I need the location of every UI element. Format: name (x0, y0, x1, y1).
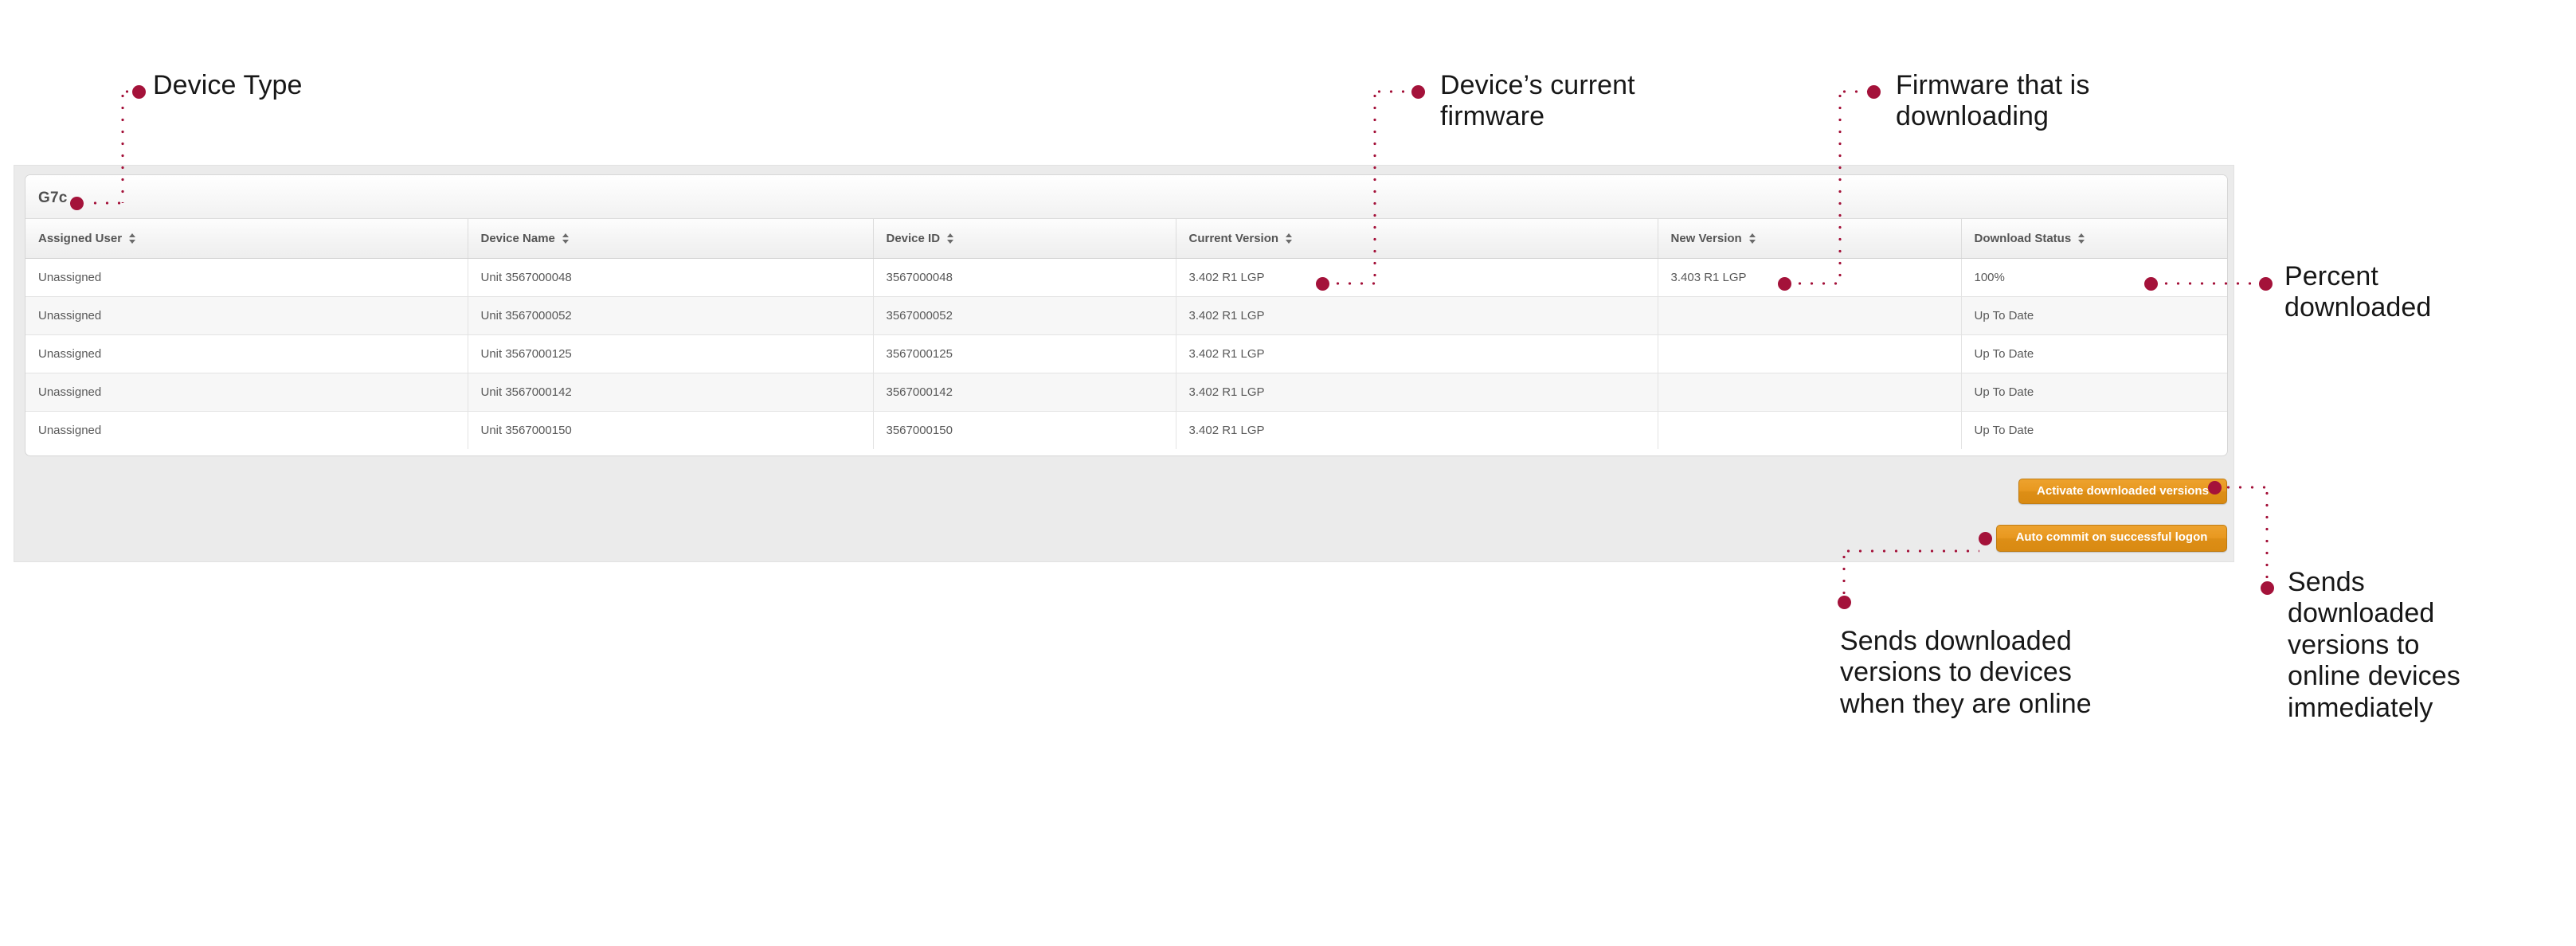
leader-line (1838, 90, 1872, 93)
cell-current-version: 3.402 R1 LGP (1176, 334, 1658, 373)
annotation-activate-description: Sends downloaded versions to online devi… (2288, 567, 2461, 723)
annotation-target-dot-auto-commit (1979, 532, 1992, 545)
leader-line (1373, 90, 1416, 93)
sort-icon[interactable] (129, 233, 136, 244)
annotation-percent-downloaded: Percent downloaded (2284, 261, 2432, 323)
sort-icon[interactable] (947, 233, 954, 244)
cell-new-version: 3.403 R1 LGP (1658, 258, 1962, 297)
leader-line (1838, 90, 1842, 283)
annotation-auto-commit-description: Sends downloaded versions to devices whe… (1840, 626, 2092, 719)
leader-line (1794, 282, 1843, 285)
cell-download-status: Up To Date (1961, 373, 2227, 412)
leader-line (2265, 487, 2269, 586)
leader-line (1842, 549, 1979, 553)
cell-device-name: Unit 3567000048 (468, 258, 874, 297)
cell-assigned-user: Unassigned (25, 334, 468, 373)
cell-download-status: Up To Date (1961, 334, 2227, 373)
annotation-device-type: Device Type (153, 70, 303, 100)
column-header-new-version[interactable]: New Version (1658, 219, 1962, 259)
column-header-label: Device Name (480, 231, 555, 245)
annotation-target-dot-percent-downloaded (2144, 277, 2158, 291)
annotation-current-firmware: Device’s current firmware (1440, 70, 1635, 132)
cell-current-version: 3.402 R1 LGP (1176, 296, 1658, 335)
cell-device-id: 3567000052 (873, 296, 1176, 335)
cell-new-version (1658, 373, 1962, 412)
cell-assigned-user: Unassigned (25, 296, 468, 335)
column-header-download-status[interactable]: Download Status (1961, 219, 2227, 259)
cell-current-version: 3.402 R1 LGP (1176, 411, 1658, 449)
activate-downloaded-versions-button[interactable]: Activate downloaded versions (2018, 479, 2227, 504)
device-table-body: Unassigned Unit 3567000048 3567000048 3.… (25, 258, 2227, 449)
leader-line (2222, 486, 2269, 489)
cell-assigned-user: Unassigned (25, 411, 468, 449)
cell-new-version (1658, 334, 1962, 373)
table-row[interactable]: Unassigned Unit 3567000125 3567000125 3.… (25, 334, 2227, 373)
annotation-target-dot-activate (2208, 481, 2222, 494)
cell-device-name: Unit 3567000150 (468, 411, 874, 449)
cell-new-version (1658, 411, 1962, 449)
screenshot-root: G7c Assigned User Device Name Device ID … (0, 0, 2576, 946)
leader-line (89, 201, 124, 205)
annotation-target-dot-current-firmware (1316, 277, 1329, 291)
column-header-assigned-user[interactable]: Assigned User (25, 219, 468, 259)
cell-device-id: 3567000150 (873, 411, 1176, 449)
cell-assigned-user: Unassigned (25, 373, 468, 412)
column-header-device-name[interactable]: Device Name (468, 219, 874, 259)
cell-assigned-user: Unassigned (25, 258, 468, 297)
cell-device-name: Unit 3567000125 (468, 334, 874, 373)
table-row[interactable]: Unassigned Unit 3567000052 3567000052 3.… (25, 296, 2227, 335)
sort-icon[interactable] (2078, 233, 2085, 244)
device-table-head: Assigned User Device Name Device ID Curr… (25, 219, 2227, 259)
table-row[interactable]: Unassigned Unit 3567000150 3567000150 3.… (25, 411, 2227, 449)
table-row[interactable]: Unassigned Unit 3567000048 3567000048 3.… (25, 258, 2227, 297)
cell-device-id: 3567000125 (873, 334, 1176, 373)
cell-device-name: Unit 3567000142 (468, 373, 874, 412)
annotation-downloading-firmware: Firmware that is downloading (1896, 70, 2090, 132)
column-header-label: Current Version (1188, 231, 1279, 245)
cell-download-status: Up To Date (1961, 411, 2227, 449)
sort-icon[interactable] (1286, 233, 1293, 244)
column-header-current-version[interactable]: Current Version (1176, 219, 1658, 259)
column-header-label: Assigned User (38, 231, 123, 245)
cell-download-status: Up To Date (1961, 296, 2227, 335)
device-table: Assigned User Device Name Device ID Curr… (25, 219, 2227, 449)
cell-current-version: 3.402 R1 LGP (1176, 258, 1658, 297)
leader-line (1373, 90, 1376, 283)
sort-icon[interactable] (562, 233, 570, 244)
column-header-label: New Version (1670, 231, 1742, 245)
column-header-label: Download Status (1974, 231, 2072, 245)
leader-line (2160, 282, 2264, 285)
card-title-bar: G7c (25, 175, 2227, 219)
sort-icon[interactable] (1748, 233, 1756, 244)
firmware-management-panel: G7c Assigned User Device Name Device ID … (14, 165, 2234, 562)
table-header-row: Assigned User Device Name Device ID Curr… (25, 219, 2227, 259)
cell-device-id: 3567000142 (873, 373, 1176, 412)
annotation-target-dot-downloading-firmware (1778, 277, 1791, 291)
cell-download-status: 100% (1961, 258, 2227, 297)
leader-line (1332, 282, 1378, 285)
cell-device-id: 3567000048 (873, 258, 1176, 297)
column-header-label: Device ID (886, 231, 941, 245)
cell-new-version (1658, 296, 1962, 335)
leader-line (1842, 551, 1846, 599)
cell-current-version: 3.402 R1 LGP (1176, 373, 1658, 412)
auto-commit-on-successful-logon-button[interactable]: Auto commit on successful logon (1996, 525, 2227, 552)
column-header-device-id[interactable]: Device ID (873, 219, 1176, 259)
device-grid-card: G7c Assigned User Device Name Device ID … (25, 174, 2228, 456)
cell-device-name: Unit 3567000052 (468, 296, 874, 335)
leader-line (121, 90, 124, 203)
table-row[interactable]: Unassigned Unit 3567000142 3567000142 3.… (25, 373, 2227, 412)
device-type-title: G7c (38, 190, 68, 206)
annotation-target-dot-device-type (70, 197, 84, 210)
